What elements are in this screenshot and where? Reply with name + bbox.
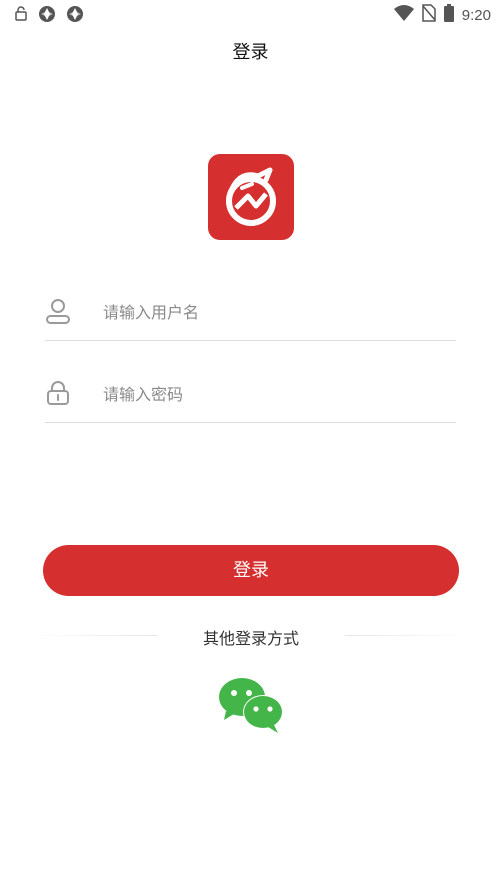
status-bar-left [14,5,84,27]
sync-icon [38,5,56,27]
page-title: 登录 [232,42,269,63]
status-time: 9:20 [461,6,491,24]
battery-icon [443,4,454,26]
user-icon [45,298,71,324]
password-input[interactable] [101,378,445,410]
password-field-row [45,364,456,423]
wechat-icon [219,678,283,733]
username-input[interactable] [101,296,445,328]
dragon-logo-icon [208,154,294,240]
divider-left [33,635,157,636]
status-bar-right: 9:20 [393,4,491,26]
lock-icon [45,380,71,406]
other-login-label: 其他登录方式 [202,629,299,648]
wechat-login-button[interactable] [216,675,286,735]
username-field-row [45,282,456,341]
status-bar: 9:20 [0,0,501,28]
login-button[interactable]: 登录 [43,545,459,596]
wifi-icon [393,5,414,25]
divider-right [345,635,469,636]
lock-notification-icon [14,6,28,26]
no-sim-icon [422,4,436,26]
sync-icon [66,5,84,27]
